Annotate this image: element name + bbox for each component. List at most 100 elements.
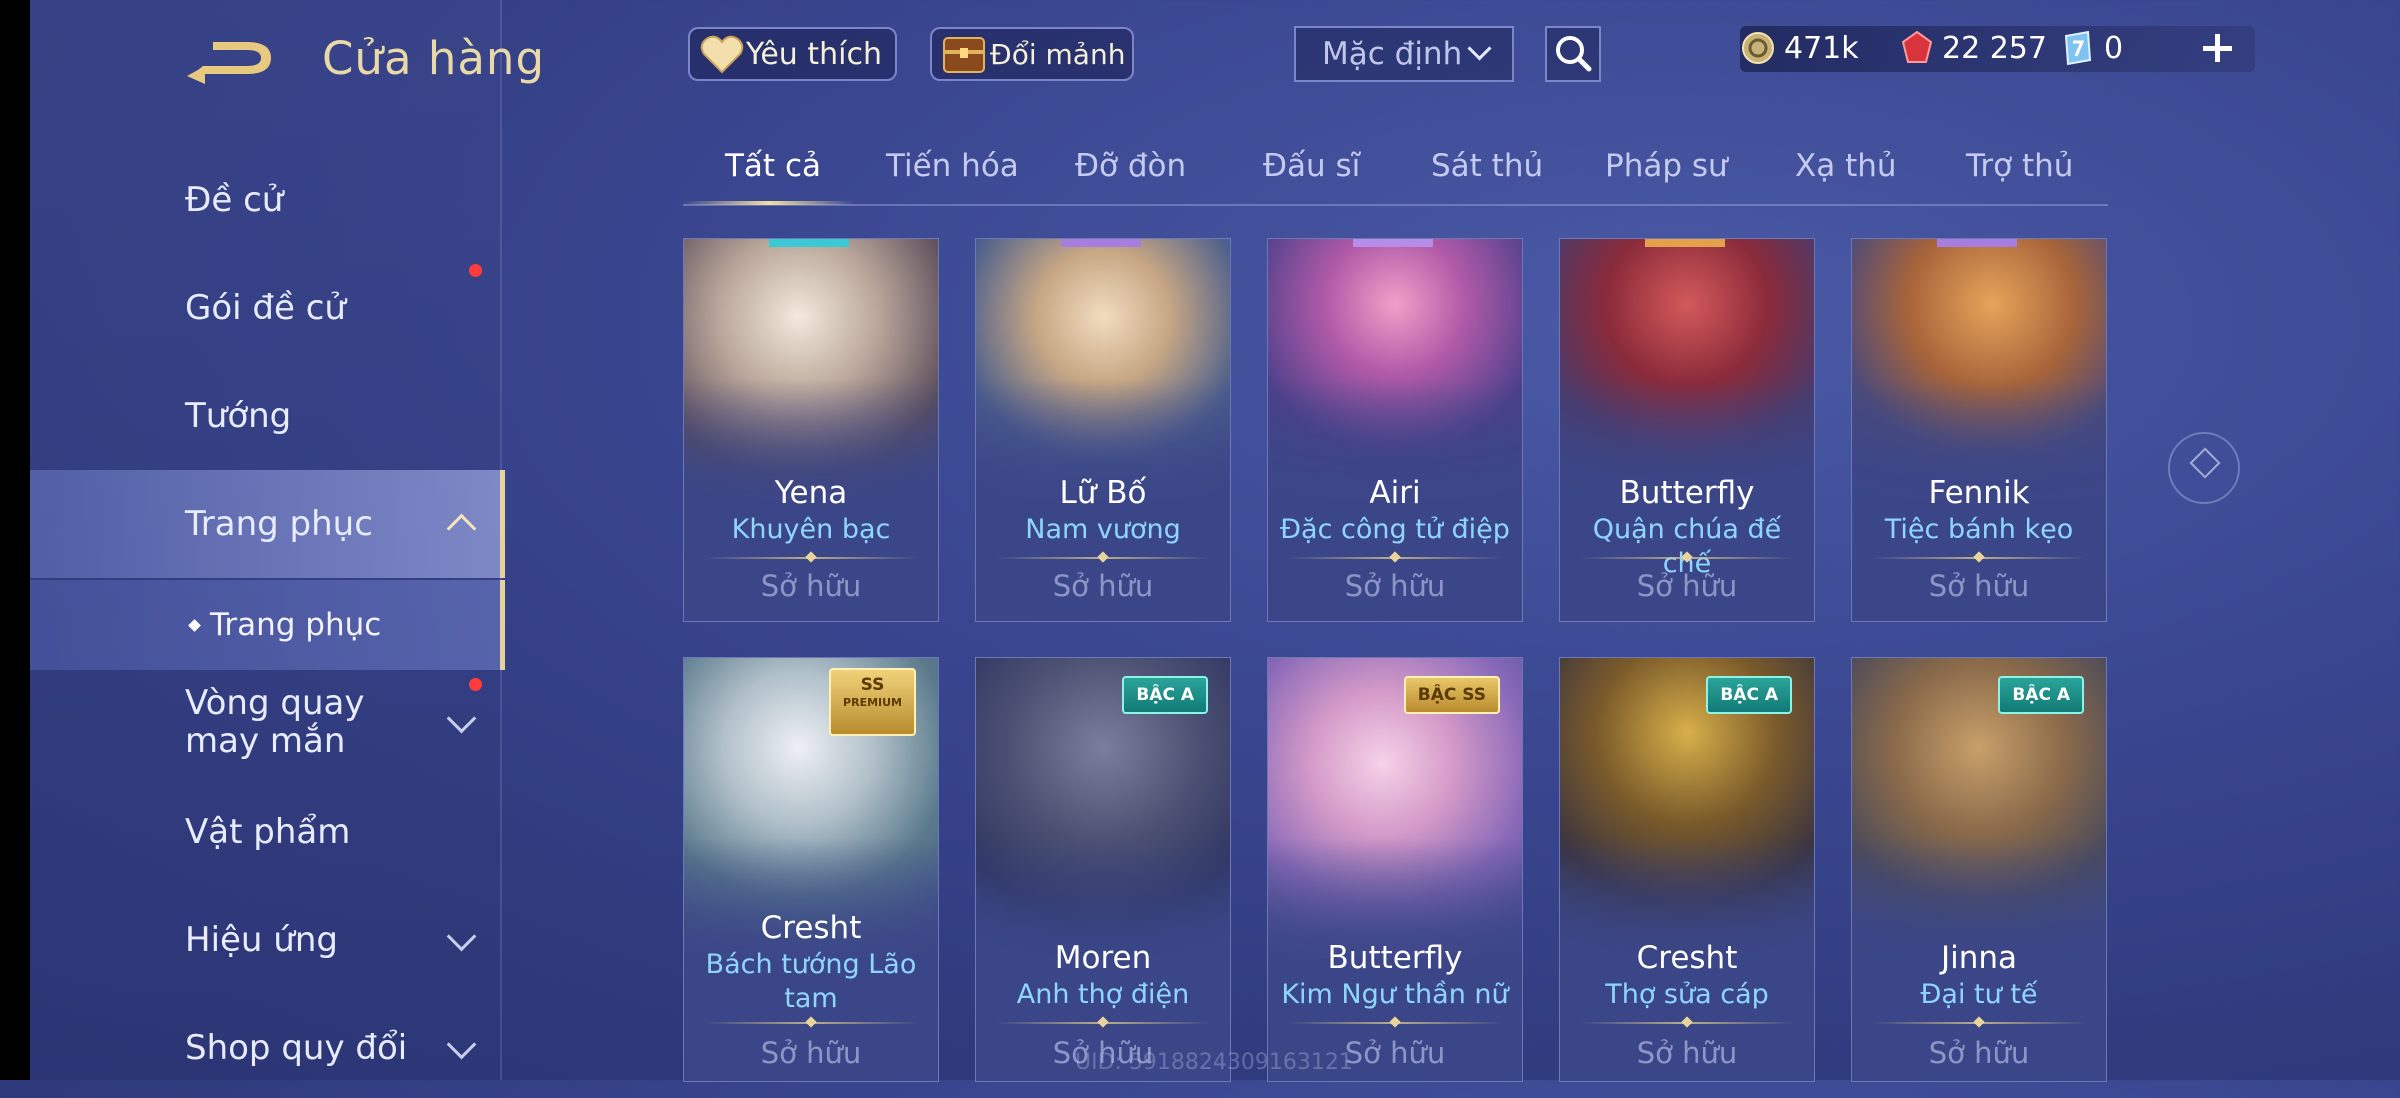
sidebar-item-label: Đề cử: [185, 180, 284, 220]
gold-coin-icon: [1742, 32, 1774, 64]
skin-name: Anh thợ điện: [1016, 979, 1190, 1010]
exchange-label: Đổi mảnh: [990, 37, 1126, 71]
tier-badge: BẬC SS: [1403, 676, 1500, 714]
chevron-down-icon: [1467, 36, 1492, 61]
tier-strip: [1061, 239, 1141, 247]
tier-strip: [1353, 239, 1433, 247]
sidebar-item-exchange-shop[interactable]: Shop quy đổi: [30, 998, 500, 1098]
skin-name: Đặc công tử điệp: [1280, 514, 1510, 545]
back-button[interactable]: [185, 30, 280, 90]
skin-card[interactable]: SS PREMIUM Cresht Bách tướng Lão tam Sở …: [683, 657, 939, 1082]
tab-marksman[interactable]: Xạ thủ: [1795, 148, 1897, 184]
owned-status: Sở hữu: [1636, 1036, 1738, 1070]
ruby-gem-icon: [1901, 30, 1933, 63]
sort-select[interactable]: Mặc định: [1294, 26, 1514, 82]
gold-value: 471k: [1784, 30, 1859, 66]
hero-name: Butterfly: [1327, 940, 1463, 976]
sidebar-item-skins[interactable]: Trang phục: [30, 470, 505, 578]
skin-card[interactable]: Lữ Bố Nam vương Sở hữu: [975, 238, 1231, 622]
sidebar-item-label: Vật phẩm: [185, 812, 351, 852]
skin-card[interactable]: Butterfly Quận chúa đế chế Sở hữu: [1559, 238, 1815, 622]
sidebar-item-heroes[interactable]: Tướng: [30, 366, 500, 466]
tab-fighter[interactable]: Đấu sĩ: [1263, 148, 1360, 184]
skin-card[interactable]: BẬC A Moren Anh thợ điện Sở hữu: [975, 657, 1231, 1082]
tab-tank[interactable]: Đỡ đòn: [1075, 148, 1186, 184]
search-icon: [1556, 36, 1592, 72]
skin-name: Thợ sửa cáp: [1605, 979, 1769, 1010]
skin-name: Kim Ngư thần nữ: [1281, 979, 1509, 1010]
skin-name: Tiệc bánh kẹo: [1884, 514, 2074, 545]
notification-dot: [469, 678, 482, 691]
favorites-button[interactable]: Yêu thích: [688, 27, 897, 81]
tier-badge-label: SS: [860, 675, 885, 695]
sidebar-subitem-skins[interactable]: Trang phục: [30, 580, 505, 670]
page-title: Cửa hàng: [322, 32, 546, 85]
skin-card[interactable]: BẬC A Jinna Đại tư tế Sở hữu: [1851, 657, 2107, 1082]
add-currency-button[interactable]: [2197, 26, 2237, 70]
notification-dot: [469, 264, 482, 277]
divider-gem-icon: [1389, 551, 1401, 563]
divider-gem-icon: [805, 1016, 817, 1028]
sidebar-item-label: Tướng: [185, 396, 292, 436]
sidebar-item-label: Shop quy đổi: [185, 1028, 408, 1068]
tier-badge-sublabel: PREMIUM: [843, 696, 902, 709]
divider-gem-icon: [805, 551, 817, 563]
owned-status: Sở hữu: [760, 569, 862, 603]
divider-gem-icon: [1973, 551, 1985, 563]
sidebar-item-effects[interactable]: Hiệu ứng: [30, 890, 500, 990]
tab-evolution[interactable]: Tiến hóa: [886, 148, 1019, 184]
heart-icon: [700, 35, 744, 74]
search-button[interactable]: [1545, 26, 1601, 82]
voucher-value: 0: [2104, 30, 2124, 66]
exchange-shards-button[interactable]: Đổi mảnh: [930, 27, 1134, 81]
sidebar-item-label: Trang phục: [185, 504, 373, 544]
bullet-icon: [188, 619, 201, 632]
tier-strip: [769, 239, 849, 247]
hero-name: Lữ Bố: [1059, 475, 1147, 511]
sidebar-item-items[interactable]: Vật phẩm: [30, 782, 500, 882]
chevron-down-icon: [446, 1029, 477, 1060]
sidebar-item-lucky-spin[interactable]: Vòng quay may mắn: [30, 672, 500, 772]
sidebar-item-label: Hiệu ứng: [185, 920, 338, 960]
skin-name: Bách tướng Lão tam: [705, 949, 917, 1014]
tab-mage[interactable]: Pháp sư: [1605, 148, 1728, 184]
skin-card[interactable]: Airi Đặc công tử điệp Sở hữu: [1267, 238, 1523, 622]
tier-badge: BẬC A: [1706, 676, 1792, 714]
chevron-up-icon: [446, 513, 477, 544]
treasure-chest-icon: [943, 37, 985, 73]
owned-status: Sở hữu: [1052, 569, 1154, 603]
tier-strip: [1937, 239, 2017, 247]
ruby-balance[interactable]: 22 257: [1900, 30, 2047, 66]
divider-gem-icon: [1681, 1016, 1693, 1028]
voucher-balance[interactable]: 0: [2060, 30, 2123, 66]
hero-name: Yena: [774, 475, 848, 511]
hero-name: Jinna: [1940, 940, 2018, 976]
hero-name: Butterfly: [1619, 475, 1755, 511]
divider-gem-icon: [1973, 1016, 1985, 1028]
tier-strip: [1645, 239, 1725, 247]
currency-bar: 471k 22 257 0: [1740, 26, 2255, 72]
category-tabs: Tất cả Tiến hóa Đỡ đòn Đấu sĩ Sát thủ Ph…: [683, 140, 2108, 206]
skin-card[interactable]: BẬC A Cresht Thợ sửa cáp Sở hữu: [1559, 657, 1815, 1082]
tier-badge: BẬC A: [1998, 676, 2084, 714]
owned-status: Sở hữu: [1344, 569, 1446, 603]
skin-card[interactable]: Yena Khuyên bạc Sở hữu: [683, 238, 939, 622]
tab-assassin[interactable]: Sát thủ: [1431, 148, 1543, 184]
sidebar-item-recommended[interactable]: Đề cử: [30, 150, 500, 250]
skin-card[interactable]: Fennik Tiệc bánh kẹo Sở hữu: [1851, 238, 2107, 622]
tab-support[interactable]: Trợ thủ: [1966, 148, 2073, 184]
sidebar-item-recommended-bundles[interactable]: Gói đề cử: [30, 258, 500, 358]
user-id-watermark: UID: 5918824309163121: [1075, 1050, 1353, 1075]
screen-edge: [0, 0, 30, 1080]
divider-gem-icon: [1097, 551, 1109, 563]
gold-balance[interactable]: 471k: [1740, 30, 1859, 66]
divider-gem-icon: [1389, 1016, 1401, 1028]
divider-gem-icon: [1097, 1016, 1109, 1028]
sidebar-item-label: Gói đề cử: [185, 288, 346, 328]
sidebar-subitem-label: Trang phục: [210, 607, 382, 643]
skin-name: Khuyên bạc: [731, 514, 891, 545]
skin-card[interactable]: BẬC SS Butterfly Kim Ngư thần nữ Sở hữu: [1267, 657, 1523, 1082]
tab-all[interactable]: Tất cả: [725, 148, 821, 184]
skin-name: Nam vương: [1025, 514, 1181, 545]
hero-name: Fennik: [1928, 475, 2030, 511]
